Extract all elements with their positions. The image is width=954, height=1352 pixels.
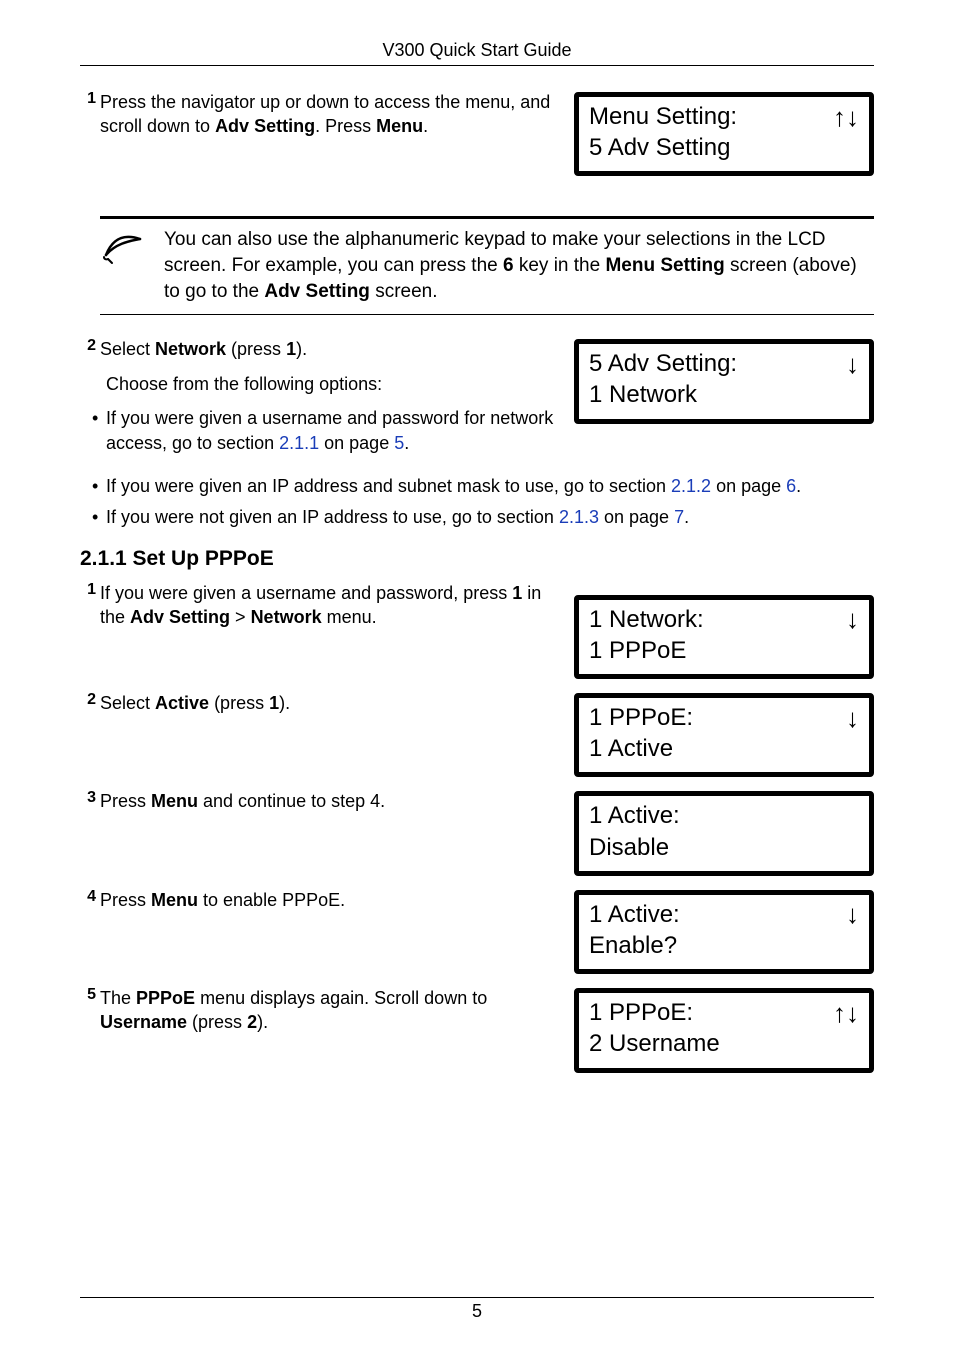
bullet-dot: • [92, 406, 106, 456]
link-section-213[interactable]: 2.1.3 [559, 507, 599, 527]
note-bottom-rule [100, 314, 874, 315]
lcd-active-disable: 1 Active: Disable [574, 791, 874, 875]
note-top-rule [100, 216, 874, 219]
footer-rule [80, 1297, 874, 1298]
lcd-network: 1 Network: ↓ 1 PPPoE [574, 595, 874, 679]
lcd-line2: 2 Username [589, 1028, 859, 1059]
bullet1-text: If you were given a username and passwor… [106, 406, 556, 456]
lcd-line2: 5 Adv Setting [589, 132, 859, 163]
step-number: 1 [80, 581, 96, 630]
nav-updown-icon: ↑↓ [833, 104, 859, 130]
bullet2-text: If you were given an IP address and subn… [106, 474, 801, 499]
step-number: 4 [80, 888, 96, 912]
nav-down-icon: ↓ [846, 351, 859, 377]
link-page-7[interactable]: 7 [674, 507, 684, 527]
lcd-line2: 1 Network [589, 379, 859, 410]
choose-text: Choose from the following options: [106, 372, 556, 396]
pppoe-step4-text: Press Menu to enable PPPoE. [100, 888, 556, 912]
nav-down-icon: ↓ [846, 901, 859, 927]
lcd-line1: 1 Network: [589, 604, 704, 635]
step-number: 2 [80, 337, 96, 361]
lcd-active-enable: 1 Active: ↓ Enable? [574, 890, 874, 974]
link-section-212[interactable]: 2.1.2 [671, 476, 711, 496]
nav-down-icon: ↓ [846, 606, 859, 632]
lcd-line2: 1 Active [589, 733, 859, 764]
lcd-line2: Enable? [589, 930, 859, 961]
section-heading-211: 2.1.1 Set Up PPPoE [80, 547, 874, 571]
lcd-adv-setting: 5 Adv Setting: ↓ 1 Network [574, 339, 874, 423]
step2-text: Select Network (press 1). [100, 337, 556, 361]
lcd-line2: 1 PPPoE [589, 635, 859, 666]
lcd-line1: 1 PPPoE: [589, 702, 693, 733]
lcd-pppoe-username: 1 PPPoE: ↑↓ 2 Username [574, 988, 874, 1072]
bullet-dot: • [92, 474, 106, 499]
nav-down-icon: ↓ [846, 705, 859, 731]
lcd-line1: 5 Adv Setting: [589, 348, 737, 379]
note-block: You can also use the alphanumeric keypad… [100, 216, 874, 315]
header-rule [80, 65, 874, 66]
note-icon [100, 229, 146, 272]
step-number: 3 [80, 789, 96, 813]
lcd-line2: Disable [589, 832, 859, 863]
pppoe-step3-text: Press Menu and continue to step 4. [100, 789, 556, 813]
step-number: 2 [80, 691, 96, 715]
step-number: 5 [80, 986, 96, 1035]
lcd-pppoe: 1 PPPoE: ↓ 1 Active [574, 693, 874, 777]
lcd-line1: 1 Active: [589, 800, 680, 831]
lcd-line1: Menu Setting: [589, 101, 737, 132]
step1-text: Press the navigator up or down to access… [100, 90, 556, 139]
lcd-line1: 1 PPPoE: [589, 997, 693, 1028]
page-header: V300 Quick Start Guide [80, 40, 874, 61]
link-page-6[interactable]: 6 [786, 476, 796, 496]
link-section-211[interactable]: 2.1.1 [279, 433, 319, 453]
link-page-5[interactable]: 5 [394, 433, 404, 453]
step-number: 1 [80, 90, 96, 139]
nav-updown-icon: ↑↓ [833, 1000, 859, 1026]
page-number: 5 [0, 1301, 954, 1322]
note-text: You can also use the alphanumeric keypad… [164, 227, 874, 304]
bullet3-text: If you were not given an IP address to u… [106, 505, 689, 530]
lcd-menu-setting: Menu Setting: ↑↓ 5 Adv Setting [574, 92, 874, 176]
bullet-dot: • [92, 505, 106, 530]
pppoe-step5-text: The PPPoE menu displays again. Scroll do… [100, 986, 556, 1035]
lcd-line1: 1 Active: [589, 899, 680, 930]
pppoe-step2-text: Select Active (press 1). [100, 691, 556, 715]
pppoe-step1-text: If you were given a username and passwor… [100, 581, 556, 630]
